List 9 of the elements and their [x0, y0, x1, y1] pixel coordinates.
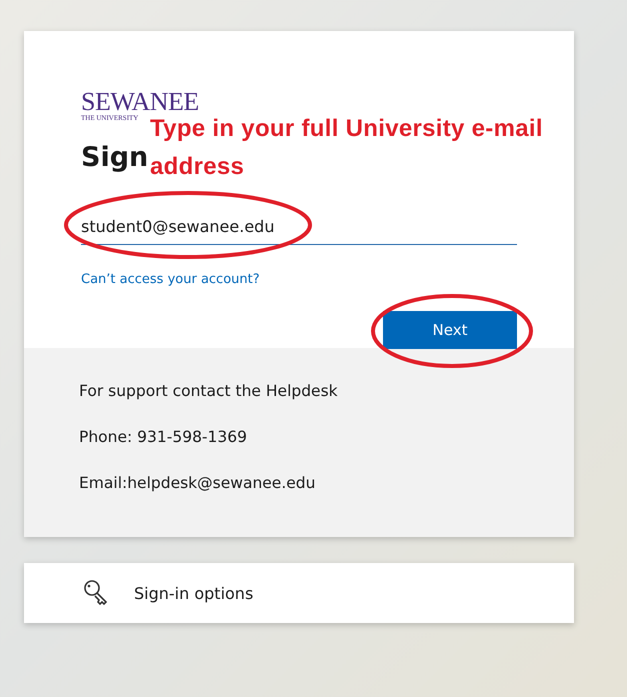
email-input[interactable]: student0@sewanee.edu — [81, 211, 517, 245]
support-text: Email:helpdesk@sewanee.edu — [79, 473, 316, 494]
sign-in-options-button[interactable]: Sign-in options — [24, 563, 574, 623]
cant-access-link[interactable]: Can’t access your account? — [81, 272, 260, 287]
support-text: Phone: 931-598-1369 — [79, 427, 248, 448]
annotation-text: Type in your full University e-mail address — [150, 114, 544, 182]
sign-in-heading: Sign — [81, 141, 148, 175]
support-text: For support contact the Helpdesk — [79, 381, 339, 402]
next-button[interactable]: Next — [383, 311, 517, 349]
